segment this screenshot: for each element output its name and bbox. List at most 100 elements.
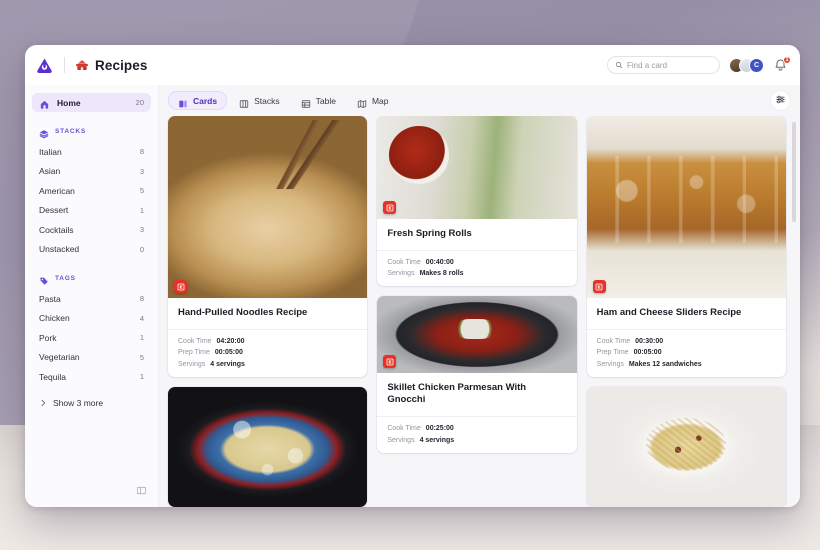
search-input[interactable] bbox=[627, 60, 712, 70]
stack-count: 3 bbox=[139, 225, 144, 235]
stack-label: Italian bbox=[39, 146, 62, 157]
meta-value: 4 servings bbox=[210, 360, 245, 368]
cards-column-3: Ham and Cheese Sliders Recipe Cook Time … bbox=[586, 116, 786, 507]
sliders-icon bbox=[775, 92, 786, 110]
source-badge-icon bbox=[592, 280, 606, 293]
meta-value: 00:25:00 bbox=[425, 425, 454, 433]
meta-value: 4 servings bbox=[419, 436, 455, 444]
sidebar-stack-cocktails[interactable]: Cocktails 3 bbox=[32, 220, 151, 240]
stack-label: Unstacked bbox=[39, 244, 80, 255]
tag-label: Vegetarian bbox=[39, 352, 80, 363]
meta-cook-time: Cook Time 00:30:00 bbox=[597, 338, 776, 345]
avatar[interactable]: C bbox=[749, 57, 764, 73]
sidebar-item-home[interactable]: Home 20 bbox=[32, 93, 151, 112]
sidebar-footer bbox=[32, 483, 151, 507]
sidebar-section-label: STACKS bbox=[55, 127, 87, 135]
sidebar-section-stacks: STACKS bbox=[32, 124, 151, 139]
meta-key: Servings bbox=[178, 360, 206, 368]
stack-label: Asian bbox=[39, 166, 61, 177]
sidebar-tag-pasta[interactable]: Pasta 8 bbox=[32, 289, 151, 309]
tag-label: Pork bbox=[39, 332, 57, 343]
stack-count: 0 bbox=[139, 244, 144, 254]
sidebar-tag-vegetarian[interactable]: Vegetarian 5 bbox=[32, 348, 151, 368]
notifications-button[interactable]: 1 bbox=[773, 55, 791, 73]
sidebar-stack-unstacked[interactable]: Unstacked 0 bbox=[32, 240, 151, 260]
tag-label: Tequila bbox=[39, 371, 66, 382]
stack-count: 3 bbox=[139, 166, 144, 176]
card-meta: Cook Time 00:30:00 Prep Time 00:05:00 Se… bbox=[586, 328, 786, 377]
card-partial-bowl-pasta[interactable] bbox=[168, 386, 368, 507]
notification-badge: 1 bbox=[783, 55, 791, 64]
tag-label: Pasta bbox=[39, 293, 61, 304]
meta-cook-time: Cook Time 00:40:00 bbox=[387, 259, 566, 266]
sidebar: Home 20 STACKS Italian 8 Asian 3 America… bbox=[25, 85, 159, 507]
table-icon bbox=[301, 96, 311, 108]
sidebar-tag-chicken[interactable]: Chicken 4 bbox=[32, 309, 151, 329]
card-image bbox=[168, 386, 368, 507]
collapse-sidebar-icon[interactable] bbox=[136, 483, 147, 501]
card-image bbox=[377, 116, 577, 219]
craft-logo-icon[interactable] bbox=[35, 56, 54, 75]
map-icon bbox=[357, 96, 367, 108]
top-bar: Recipes C 1 bbox=[25, 45, 800, 85]
app-body: Home 20 STACKS Italian 8 Asian 3 America… bbox=[25, 85, 800, 507]
sidebar-stack-dessert[interactable]: Dessert 1 bbox=[32, 201, 151, 221]
stack-label: Dessert bbox=[39, 205, 69, 216]
meta-key: Prep Time bbox=[596, 349, 629, 357]
card-image bbox=[377, 296, 577, 374]
source-badge-icon bbox=[383, 201, 397, 214]
view-settings-button[interactable] bbox=[771, 91, 790, 110]
tab-stacks[interactable]: Stacks bbox=[230, 92, 289, 110]
tag-count: 8 bbox=[139, 294, 144, 304]
app-window: Recipes C 1 bbox=[25, 45, 800, 507]
tag-count: 1 bbox=[139, 333, 144, 343]
stack-count: 8 bbox=[139, 147, 144, 157]
tab-label: Cards bbox=[193, 95, 218, 106]
meta-key: Cook Time bbox=[387, 425, 421, 433]
tab-table[interactable]: Table bbox=[292, 92, 345, 110]
stacks-icon bbox=[39, 126, 49, 139]
meta-value: 00:05:00 bbox=[633, 349, 662, 357]
content-area: Cards Stacks Table Map Hand-Pulled Noodl… bbox=[159, 85, 800, 507]
meta-servings: Servings Makes 12 sandwiches bbox=[597, 361, 776, 368]
meta-value: 04:20:00 bbox=[216, 337, 245, 345]
meta-value: Makes 12 sandwiches bbox=[628, 360, 702, 368]
stack-label: American bbox=[39, 185, 75, 196]
card-ham-and-cheese-sliders[interactable]: Ham and Cheese Sliders Recipe Cook Time … bbox=[586, 116, 786, 377]
card-image bbox=[586, 116, 786, 298]
card-fresh-spring-rolls[interactable]: Fresh Spring Rolls Cook Time 00:40:00 Se… bbox=[377, 116, 577, 287]
meta-value: 00:30:00 bbox=[635, 337, 664, 345]
card-meta: Cook Time 00:40:00 Servings Makes 8 roll… bbox=[377, 249, 577, 287]
cards-scroll-region[interactable]: Hand-Pulled Noodles Recipe Cook Time 04:… bbox=[159, 116, 800, 507]
show-more-tags-button[interactable]: Show 3 more bbox=[32, 393, 151, 413]
cards-grid: Hand-Pulled Noodles Recipe Cook Time 04:… bbox=[168, 116, 786, 507]
recipe-emoji-icon bbox=[75, 58, 89, 72]
cards-column-1: Hand-Pulled Noodles Recipe Cook Time 04:… bbox=[168, 116, 368, 507]
card-hand-pulled-noodles[interactable]: Hand-Pulled Noodles Recipe Cook Time 04:… bbox=[168, 116, 368, 377]
home-icon bbox=[39, 97, 50, 109]
chevron-right-icon bbox=[39, 394, 47, 412]
tag-count: 4 bbox=[139, 313, 144, 323]
card-image bbox=[586, 386, 786, 507]
sidebar-stack-american[interactable]: American 5 bbox=[32, 181, 151, 201]
sidebar-tag-tequila[interactable]: Tequila 1 bbox=[32, 367, 151, 387]
stack-count: 5 bbox=[139, 186, 144, 196]
card-meta: Cook Time 00:25:00 Servings 4 servings bbox=[377, 416, 577, 453]
sidebar-tag-pork[interactable]: Pork 1 bbox=[32, 328, 151, 348]
search-box[interactable] bbox=[607, 56, 720, 74]
tab-cards[interactable]: Cards bbox=[168, 91, 228, 110]
stacks-view-icon bbox=[239, 96, 249, 108]
tab-map[interactable]: Map bbox=[348, 92, 398, 110]
sidebar-section-tags: TAGS bbox=[32, 271, 151, 285]
meta-value: 00:05:00 bbox=[214, 349, 243, 357]
meta-value: 00:40:00 bbox=[425, 258, 454, 266]
sidebar-stack-asian[interactable]: Asian 3 bbox=[32, 162, 151, 182]
content-scrollbar[interactable] bbox=[792, 122, 796, 222]
page-title: Recipes bbox=[95, 57, 148, 73]
tab-label: Map bbox=[371, 95, 389, 106]
card-partial-plate-pasta[interactable] bbox=[586, 386, 786, 507]
sidebar-stack-italian[interactable]: Italian 8 bbox=[32, 142, 151, 162]
meta-key: Servings bbox=[387, 436, 415, 444]
card-skillet-chicken-parmesan[interactable]: Skillet Chicken Parmesan With Gnocchi Co… bbox=[377, 296, 577, 453]
cards-icon bbox=[178, 96, 188, 107]
